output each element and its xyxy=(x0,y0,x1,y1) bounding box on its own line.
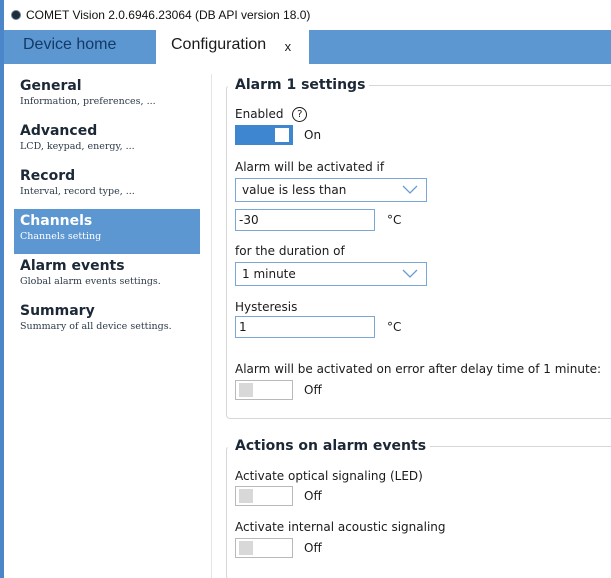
toggle-knob xyxy=(275,128,289,142)
sidebar-item-title: Channels xyxy=(20,213,93,229)
toggle-knob xyxy=(239,383,253,397)
sidebar-item-subtitle: Summary of all device settings. xyxy=(20,321,172,332)
sidebar-divider xyxy=(211,74,212,578)
alarm-settings-heading: Alarm 1 settings xyxy=(233,77,370,93)
chevron-down-icon xyxy=(402,269,418,278)
limit-value: -30 xyxy=(239,213,259,227)
enabled-label: Enabled xyxy=(235,107,284,121)
acoustic-state: Off xyxy=(304,541,322,555)
optical-label: Activate optical signaling (LED) xyxy=(235,469,423,483)
tab-bar: Device home Configuration x xyxy=(4,30,611,64)
hysteresis-unit: °C xyxy=(387,320,402,334)
chevron-down-icon xyxy=(402,185,418,194)
app-icon xyxy=(11,10,21,20)
sidebar-item-channels[interactable]: Channels Channels setting xyxy=(14,209,200,254)
optical-toggle[interactable] xyxy=(235,486,293,506)
window-title: COMET Vision 2.0.6946.23064 (DB API vers… xyxy=(26,8,311,22)
group-border-line xyxy=(369,85,611,86)
acoustic-toggle[interactable] xyxy=(235,538,293,558)
hysteresis-input[interactable]: 1 xyxy=(235,316,375,338)
sidebar-item-general[interactable]: General Information, preferences, ... xyxy=(14,74,200,119)
sidebar-item-subtitle: LCD, keypad, energy, ... xyxy=(20,141,135,152)
sidebar-item-title: General xyxy=(20,78,82,94)
sidebar-item-subtitle: Channels setting xyxy=(20,231,102,242)
group-border-line xyxy=(430,446,611,447)
sidebar-item-title: Summary xyxy=(20,303,95,319)
error-activation-label: Alarm will be activated on error after d… xyxy=(235,362,602,376)
sidebar-item-advanced[interactable]: Advanced LCD, keypad, energy, ... xyxy=(14,119,200,164)
tab-label: Device home xyxy=(23,36,117,53)
limit-input[interactable]: -30 xyxy=(235,209,375,231)
sidebar-item-summary[interactable]: Summary Summary of all device settings. xyxy=(14,299,200,344)
sidebar-item-subtitle: Global alarm events settings. xyxy=(20,276,161,287)
error-activation-toggle[interactable] xyxy=(235,380,293,400)
sidebar-item-title: Record xyxy=(20,168,76,184)
actions-group: Actions on alarm events Activate optical… xyxy=(226,438,611,578)
condition-label: Alarm will be activated if xyxy=(235,160,385,174)
sidebar-item-title: Advanced xyxy=(20,123,98,139)
condition-select[interactable]: value is less than xyxy=(235,178,427,202)
tab-label: Configuration xyxy=(171,36,267,53)
tab-configuration[interactable]: Configuration x xyxy=(156,30,309,64)
sidebar-item-title: Alarm events xyxy=(20,258,125,274)
title-bar: COMET Vision 2.0.6946.23064 (DB API vers… xyxy=(4,0,611,30)
duration-select[interactable]: 1 minute xyxy=(235,262,427,286)
tab-device-home[interactable]: Device home xyxy=(4,30,156,64)
limit-unit: °C xyxy=(387,213,402,227)
hysteresis-value: 1 xyxy=(239,320,247,334)
toggle-knob xyxy=(239,541,253,555)
sidebar-item-record[interactable]: Record Interval, record type, ... xyxy=(14,164,200,209)
sidebar-item-alarm-events[interactable]: Alarm events Global alarm events setting… xyxy=(14,254,200,299)
error-activation-state: Off xyxy=(304,383,322,397)
sidebar-item-subtitle: Information, preferences, ... xyxy=(20,96,156,107)
close-tab-icon[interactable]: x xyxy=(285,39,292,54)
window-left-border xyxy=(0,0,4,578)
help-icon[interactable]: ? xyxy=(292,107,308,122)
hysteresis-label: Hysteresis xyxy=(235,300,298,314)
enabled-state: On xyxy=(304,128,322,142)
actions-heading: Actions on alarm events xyxy=(233,438,431,454)
enabled-label-row: Enabled ? xyxy=(235,107,308,122)
acoustic-label: Activate internal acoustic signaling xyxy=(235,520,446,534)
toggle-knob xyxy=(239,489,253,503)
duration-label: for the duration of xyxy=(235,244,345,258)
enabled-toggle[interactable] xyxy=(235,125,293,145)
settings-sidebar: General Information, preferences, ... Ad… xyxy=(14,74,200,344)
duration-select-value: 1 minute xyxy=(242,267,296,281)
condition-select-value: value is less than xyxy=(242,183,347,197)
alarm-settings-group: Alarm 1 settings Enabled ? On Alarm will… xyxy=(226,77,611,419)
sidebar-item-subtitle: Interval, record type, ... xyxy=(20,186,135,197)
optical-state: Off xyxy=(304,489,322,503)
